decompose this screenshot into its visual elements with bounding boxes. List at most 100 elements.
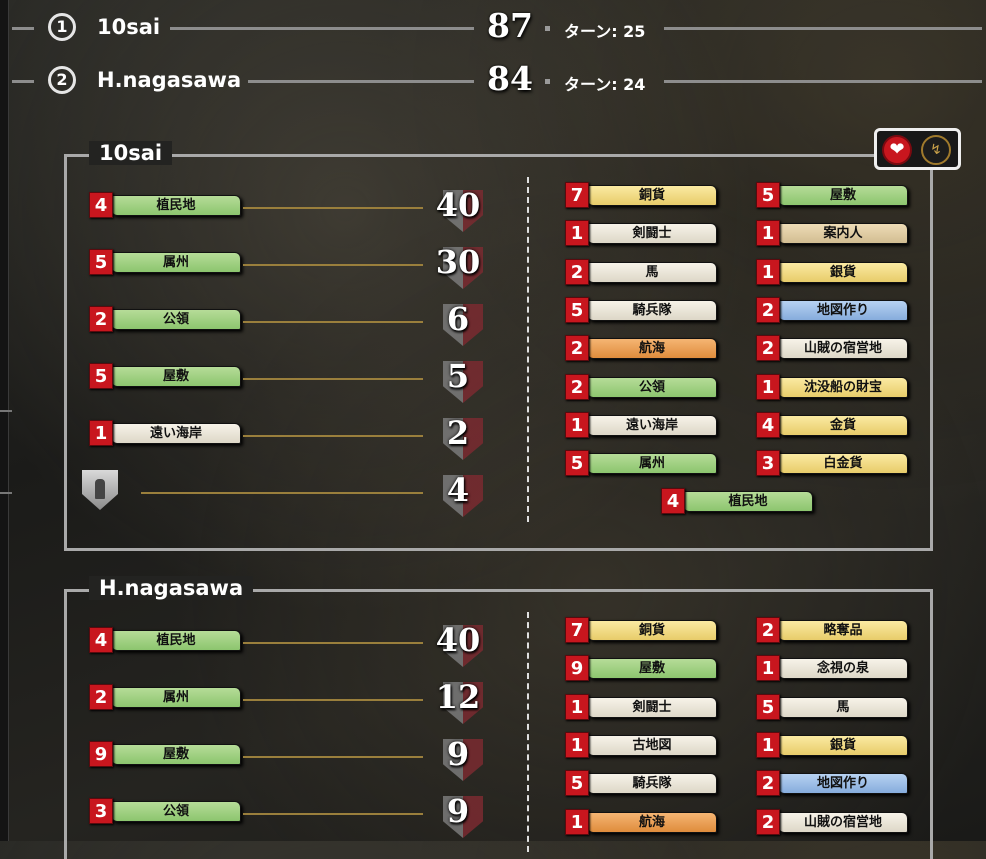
ranking-player-name[interactable]: 10sai: [97, 15, 160, 39]
card-name-label: 遠い海岸: [587, 414, 717, 436]
card-count-item[interactable]: 2 山賊の宿営地: [756, 335, 913, 363]
card-count-badge: 1: [565, 808, 589, 835]
card-count-item[interactable]: 2 山賊の宿営地: [756, 808, 913, 837]
separator-dot: [545, 26, 550, 31]
card-count-item[interactable]: 2 航海: [565, 335, 722, 363]
card-count-item[interactable]: 5 屋敷: [756, 182, 913, 210]
score-row: 5 屋敷 5: [89, 357, 483, 403]
card-count-item[interactable]: 9 屋敷: [565, 655, 722, 683]
card-count-item[interactable]: 5 属州: [565, 450, 722, 478]
card-count-badge: 1: [756, 220, 780, 247]
card-count-item[interactable]: 9 屋敷: [89, 741, 246, 769]
card-name-label: 銅貨: [587, 620, 717, 641]
vp-value: 40: [435, 186, 481, 224]
card-count-badge: 4: [89, 192, 113, 218]
card-count-badge: 5: [756, 182, 780, 208]
card-name-label: 屋敷: [111, 366, 241, 387]
card-name-label: 騎兵隊: [587, 773, 717, 795]
card-name-label: 案内人: [778, 223, 908, 245]
card-count-item[interactable]: 1 沈没船の財宝: [756, 373, 913, 402]
card-count-item[interactable]: 1 航海: [565, 808, 722, 837]
ranking-line: [248, 80, 474, 83]
card-name-label: 古地図: [587, 734, 717, 756]
card-name-label: 念視の泉: [778, 658, 908, 680]
card-count-badge: 5: [89, 249, 113, 275]
card-count-item[interactable]: 2 属州: [89, 684, 246, 712]
card-count-item[interactable]: 5 騎兵隊: [565, 770, 722, 798]
card-count-badge: 2: [565, 373, 589, 400]
card-count-item[interactable]: 2 地図作り: [756, 770, 913, 798]
card-count-item[interactable]: 1 遠い海岸: [565, 411, 722, 440]
card-name-label: 金貨: [778, 414, 908, 436]
panel-divider: [527, 612, 529, 852]
card-count-item[interactable]: 1 古地図: [565, 731, 722, 760]
ranking-line: [12, 80, 34, 83]
card-count-badge: 3: [89, 798, 113, 824]
card-name-label: 公領: [587, 376, 717, 398]
card-count-item[interactable]: 1 案内人: [756, 220, 913, 248]
card-count-item[interactable]: 1 銀貨: [756, 258, 913, 287]
card-count-item[interactable]: 4 植民地: [89, 627, 246, 655]
ranking-row: 1 10sai 87 ターン: 25: [0, 6, 986, 48]
ranking-row: 2 H.nagasawa 84 ターン: 24: [0, 59, 986, 101]
card-count-item[interactable]: 3 白金貨: [756, 450, 913, 478]
card-name-label: 属州: [111, 252, 241, 273]
card-count-item[interactable]: 2 公領: [89, 306, 246, 334]
card-count-item[interactable]: 1 剣闘士: [565, 220, 722, 248]
card-count-item[interactable]: 3 公領: [89, 798, 246, 826]
card-count-badge: 4: [89, 627, 113, 653]
card-count-item[interactable]: 5 屋敷: [89, 363, 246, 391]
card-count-item[interactable]: 4 金貨: [756, 411, 913, 440]
card-count-item[interactable]: 1 剣闘士: [565, 693, 722, 722]
vp-value: 9: [446, 735, 470, 773]
score-row: 2 属州 12: [89, 678, 483, 724]
card-count-badge: 7: [565, 182, 589, 208]
card-name-label: 植民地: [111, 195, 241, 216]
card-count-item[interactable]: 4 植民地: [661, 488, 818, 516]
card-name-label: 馬: [587, 261, 717, 283]
ranking-turn: ターン: 24: [564, 75, 646, 94]
card-count-badge: 2: [756, 617, 780, 643]
card-name-label: 公領: [111, 801, 241, 822]
card-count-item[interactable]: 4 植民地: [89, 192, 246, 220]
card-count-badge: 1: [756, 373, 780, 400]
card-name-label: 馬: [778, 696, 908, 718]
card-count-item[interactable]: 2馬: [565, 258, 722, 287]
card-count-item[interactable]: 5馬: [756, 693, 913, 722]
card-count-item[interactable]: 1 遠い海岸: [89, 420, 246, 448]
card-count-badge: 4: [756, 411, 780, 438]
card-name-label: 屋敷: [778, 185, 908, 206]
card-name-label: 略奪品: [778, 620, 908, 641]
card-count-badge: 9: [89, 741, 113, 767]
ranking-line: [12, 27, 34, 30]
card-count-item[interactable]: 7 銅貨: [565, 617, 722, 645]
card-name-label: 屋敷: [587, 658, 717, 680]
left-edge-tick: [0, 492, 12, 494]
lightning-icon[interactable]: ↯: [921, 135, 951, 165]
card-count-badge: 2: [89, 306, 113, 332]
card-count-item[interactable]: 5 属州: [89, 249, 246, 277]
panel-divider: [527, 177, 529, 522]
vp-value: 30: [435, 243, 481, 281]
heart-icon[interactable]: ❤: [882, 135, 912, 165]
card-count-item[interactable]: 2 地図作り: [756, 296, 913, 325]
ranking-player-name[interactable]: H.nagasawa: [97, 68, 241, 92]
card-name-label: 山賊の宿営地: [778, 338, 908, 360]
vp-value: 40: [435, 621, 481, 659]
card-count-item[interactable]: 2 公領: [565, 373, 722, 402]
card-count-badge: 1: [756, 655, 780, 682]
card-count-item[interactable]: 5 騎兵隊: [565, 296, 722, 325]
card-count-item[interactable]: 1 念視の泉: [756, 655, 913, 683]
card-name-label: 沈没船の財宝: [778, 376, 908, 398]
card-count-item[interactable]: 1 銀貨: [756, 731, 913, 760]
card-count-badge: 1: [756, 258, 780, 285]
score-row: 3 公領 9: [89, 792, 483, 838]
card-count-item[interactable]: 2 略奪品: [756, 617, 913, 645]
card-name-label: 銀貨: [778, 261, 908, 283]
card-name-label: 騎兵隊: [587, 299, 717, 321]
card-count-badge: 2: [89, 684, 113, 710]
vp-value: 2: [446, 414, 470, 452]
ranking-turn: ターン: 25: [564, 22, 646, 41]
card-count-item[interactable]: 7 銅貨: [565, 182, 722, 210]
card-count-badge: 1: [565, 731, 589, 758]
